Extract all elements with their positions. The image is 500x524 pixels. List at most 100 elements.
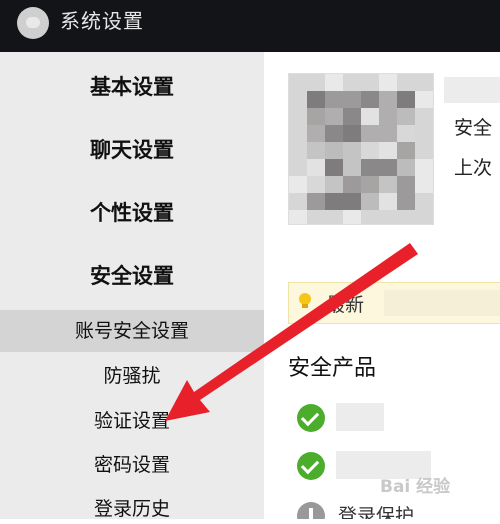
avatar-pixel bbox=[325, 193, 343, 211]
avatar-pixel bbox=[325, 142, 343, 160]
avatar-pixel bbox=[397, 159, 415, 177]
avatar-pixel bbox=[361, 125, 379, 143]
avatar-pixel bbox=[415, 176, 433, 194]
avatar-pixel bbox=[289, 176, 307, 194]
avatar-pixel bbox=[325, 74, 343, 92]
avatar-pixel bbox=[343, 74, 361, 92]
avatar-pixel bbox=[325, 91, 343, 109]
avatar-pixel bbox=[307, 176, 325, 194]
avatar-pixel bbox=[379, 125, 397, 143]
avatar-pixel bbox=[361, 91, 379, 109]
sidebar-item-anti-harassment[interactable]: 防骚扰 bbox=[0, 361, 264, 391]
product-label-login-protection[interactable]: 登录保护 bbox=[338, 501, 414, 519]
avatar-pixel bbox=[289, 108, 307, 126]
avatar-pixel bbox=[307, 125, 325, 143]
watermark: Bai 经验 bbox=[380, 477, 451, 497]
window-title: 系统设置 bbox=[60, 9, 144, 33]
blurred-tip-text bbox=[384, 290, 500, 316]
avatar-pixel bbox=[379, 159, 397, 177]
check-icon bbox=[297, 404, 325, 432]
avatar-pixel bbox=[397, 142, 415, 160]
sidebar-section-chat[interactable]: 聊天设置 bbox=[0, 135, 264, 165]
avatar-pixel bbox=[397, 176, 415, 194]
lightbulb-icon bbox=[299, 293, 311, 308]
avatar-pixel bbox=[307, 210, 325, 224]
avatar-pixel bbox=[325, 125, 343, 143]
avatar-pixel bbox=[343, 108, 361, 126]
settings-sidebar: 基本设置 聊天设置 个性设置 安全设置 账号安全设置 防骚扰 验证设置 密码设置… bbox=[0, 52, 264, 520]
avatar-pixel bbox=[343, 142, 361, 160]
avatar-pixel bbox=[343, 193, 361, 211]
sidebar-item-login-history[interactable]: 登录历史 bbox=[0, 494, 264, 524]
avatar-pixel bbox=[343, 91, 361, 109]
title-bar: 系统设置 bbox=[0, 0, 500, 52]
avatar-pixel bbox=[379, 193, 397, 211]
avatar-pixel bbox=[343, 210, 361, 224]
avatar-pixel bbox=[307, 159, 325, 177]
avatar-pixel bbox=[379, 91, 397, 109]
avatar-pixel bbox=[343, 159, 361, 177]
sidebar-item-password[interactable]: 密码设置 bbox=[0, 450, 264, 480]
avatar-pixel bbox=[379, 142, 397, 160]
avatar-pixel bbox=[379, 176, 397, 194]
avatar-pixel bbox=[397, 91, 415, 109]
avatar-pixel bbox=[415, 193, 433, 211]
avatar-pixel bbox=[415, 142, 433, 160]
avatar-pixel bbox=[397, 125, 415, 143]
avatar-pixel bbox=[379, 74, 397, 92]
avatar-pixel bbox=[361, 210, 379, 224]
info-icon bbox=[297, 502, 325, 519]
avatar-pixel bbox=[361, 142, 379, 160]
avatar-pixel bbox=[397, 210, 415, 224]
avatar-pixel bbox=[415, 210, 433, 224]
check-icon bbox=[297, 452, 325, 480]
sidebar-section-security[interactable]: 安全设置 bbox=[0, 261, 264, 291]
security-tip-banner[interactable]: 最新 bbox=[288, 282, 500, 324]
avatar-pixel bbox=[361, 159, 379, 177]
account-info-line2: 上次 bbox=[454, 157, 493, 179]
avatar-pixel bbox=[325, 176, 343, 194]
avatar-pixel bbox=[361, 193, 379, 211]
sidebar-section-basic[interactable]: 基本设置 bbox=[0, 72, 264, 102]
security-products-heading: 安全产品 bbox=[288, 356, 377, 381]
avatar-pixel bbox=[415, 125, 433, 143]
sidebar-item-verification[interactable]: 验证设置 bbox=[0, 406, 264, 436]
sidebar-item-account-security[interactable]: 账号安全设置 bbox=[0, 310, 264, 352]
app-logo-icon bbox=[17, 7, 49, 39]
blurred-product-1 bbox=[336, 403, 384, 431]
main-panel: 安全 上次 最新 安全产品 登录保护 bbox=[264, 52, 500, 519]
sidebar-section-personal[interactable]: 个性设置 bbox=[0, 198, 264, 228]
avatar-pixel bbox=[289, 74, 307, 92]
avatar-pixel bbox=[343, 176, 361, 194]
avatar-pixel bbox=[325, 210, 343, 224]
avatar-pixel bbox=[307, 91, 325, 109]
blurred-account-name bbox=[444, 77, 500, 103]
avatar-pixel bbox=[307, 108, 325, 126]
avatar-pixel bbox=[415, 91, 433, 109]
avatar-pixel bbox=[361, 108, 379, 126]
avatar bbox=[288, 73, 434, 225]
avatar-pixel bbox=[289, 91, 307, 109]
tip-label: 最新 bbox=[326, 294, 365, 316]
avatar-pixel bbox=[307, 193, 325, 211]
avatar-pixel bbox=[397, 193, 415, 211]
avatar-pixel bbox=[379, 210, 397, 224]
avatar-pixel bbox=[289, 125, 307, 143]
avatar-pixel bbox=[307, 142, 325, 160]
avatar-pixel bbox=[397, 108, 415, 126]
avatar-pixel bbox=[325, 159, 343, 177]
avatar-pixel bbox=[415, 74, 433, 92]
avatar-pixel bbox=[289, 142, 307, 160]
avatar-pixel bbox=[289, 210, 307, 224]
avatar-pixel bbox=[415, 108, 433, 126]
avatar-pixel bbox=[307, 74, 325, 92]
account-info-line1: 安全 bbox=[454, 117, 493, 139]
avatar-pixel bbox=[325, 108, 343, 126]
avatar-pixel bbox=[361, 176, 379, 194]
avatar-pixel bbox=[343, 125, 361, 143]
avatar-pixel bbox=[289, 159, 307, 177]
avatar-pixel bbox=[379, 108, 397, 126]
avatar-pixel bbox=[397, 74, 415, 92]
avatar-pixel bbox=[289, 193, 307, 211]
avatar-pixel bbox=[361, 74, 379, 92]
